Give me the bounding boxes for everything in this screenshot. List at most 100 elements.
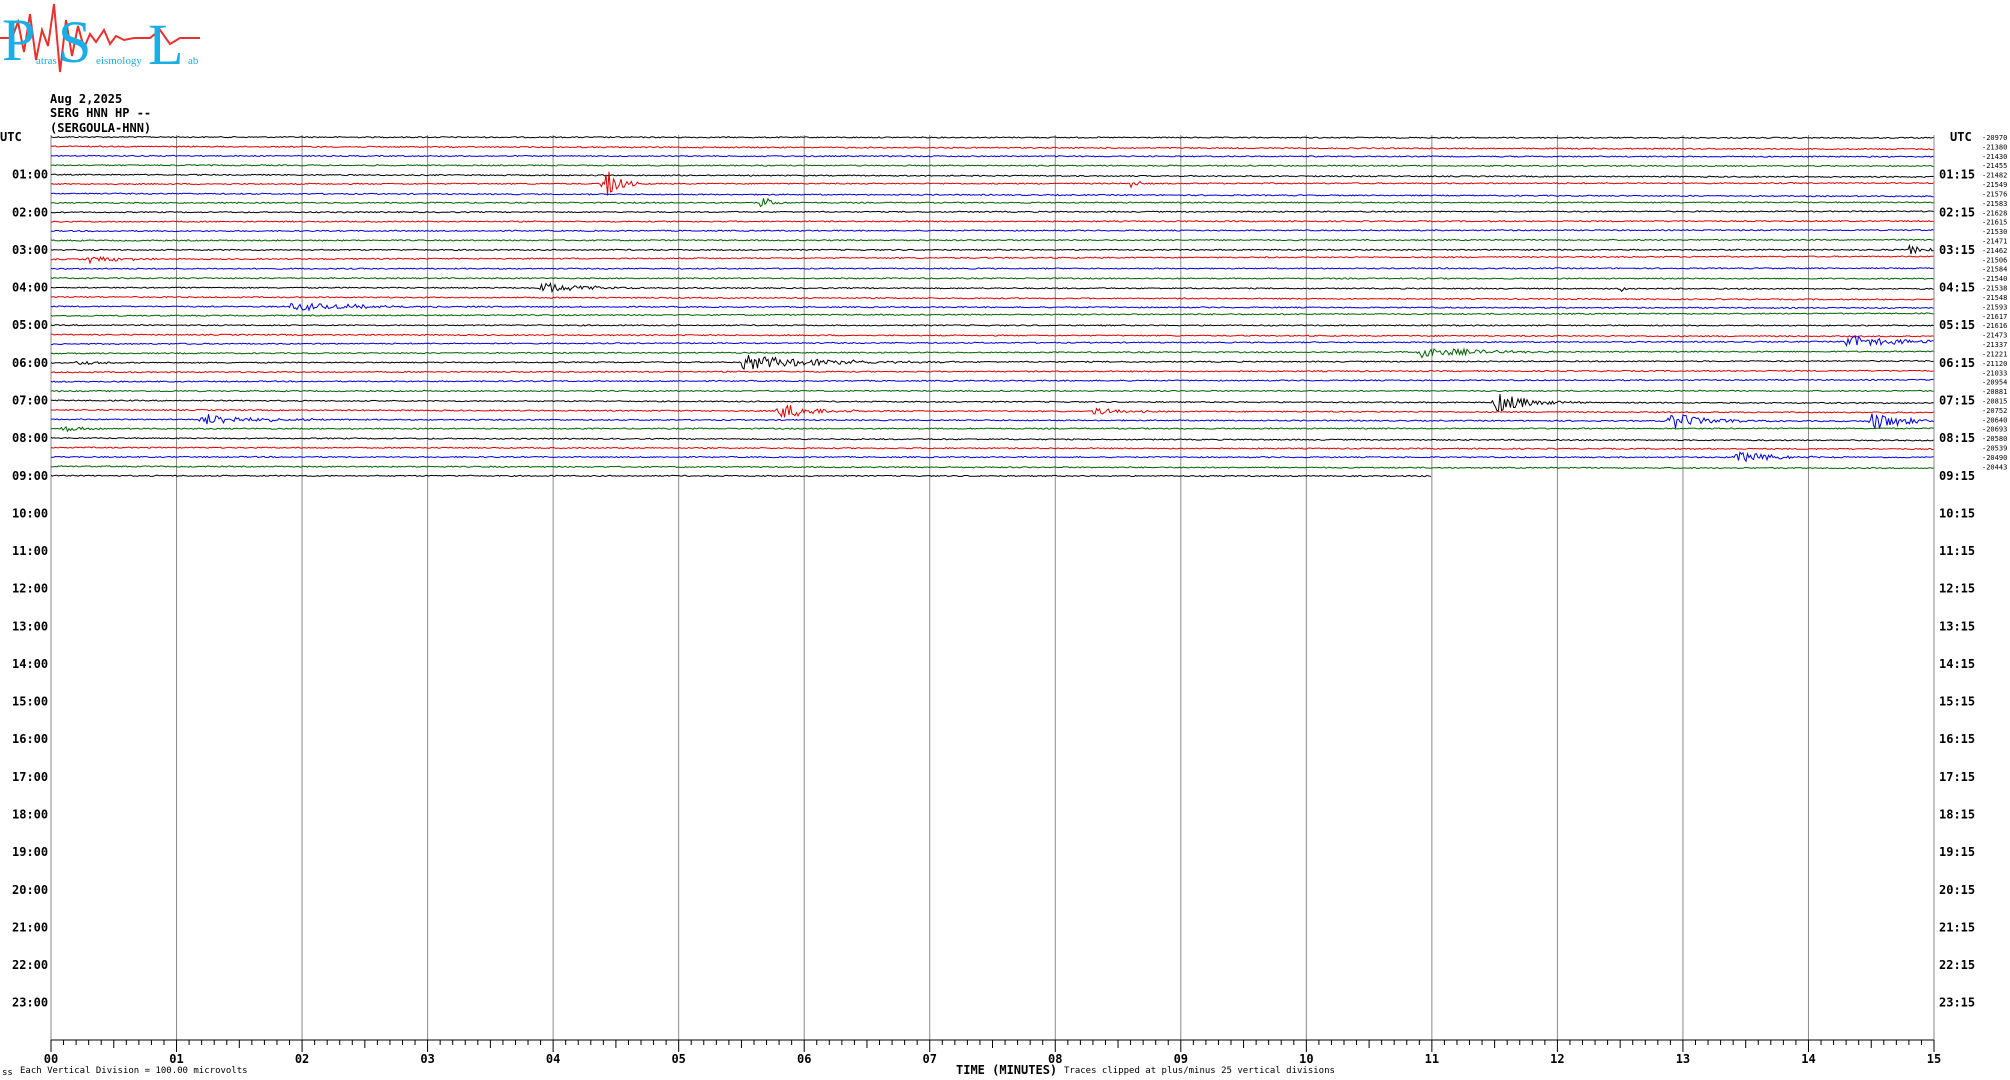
seismic-trace <box>50 145 1934 151</box>
trace-offset-label: -21506 <box>1982 256 2007 264</box>
right-hour-label: 03:15 <box>1939 243 1975 257</box>
seismic-trace <box>50 389 1934 393</box>
trace-offset-label: -21033 <box>1982 369 2007 377</box>
right-hour-label: 04:15 <box>1939 281 1975 295</box>
trace-offset-label: -21616 <box>1982 322 2007 330</box>
right-hour-label: 11:15 <box>1939 544 1975 558</box>
left-hour-label: 03:00 <box>12 243 48 257</box>
right-hour-label: 13:15 <box>1939 619 1975 633</box>
x-tick-label: 15 <box>1927 1052 1941 1066</box>
right-hour-label: 22:15 <box>1939 958 1975 972</box>
left-hour-label: 11:00 <box>12 544 48 558</box>
trace-offset-label: -20443 <box>1982 463 2007 471</box>
helicorder-plot: 00 01 02 03 04 05 06 07 08 09 10 11 12 13 14 15UTC UTC01… <box>0 130 2007 1066</box>
x-tick-label: 14 <box>1801 1052 1815 1066</box>
x-tick-label: 12 <box>1550 1052 1564 1066</box>
trace-offset-label: -21221 <box>1982 350 2007 358</box>
trace-offset-label: -21617 <box>1982 313 2007 321</box>
left-hour-label: 09:00 <box>12 469 48 483</box>
x-tick-label: 04 <box>546 1052 560 1066</box>
left-axis-title: UTC <box>0 130 22 144</box>
seismic-trace <box>50 302 1934 312</box>
trace-offset-label: -21120 <box>1982 360 2007 368</box>
seismic-trace <box>50 295 1934 301</box>
trace-offset-label: -21615 <box>1982 219 2007 227</box>
right-hour-label: 19:15 <box>1939 845 1975 859</box>
trace-offset-label: -21538 <box>1982 285 2007 293</box>
right-axis-title: UTC <box>1950 130 1972 144</box>
trace-offset-label: -20490 <box>1982 454 2007 462</box>
trace-offset-label: -20954 <box>1982 379 2007 387</box>
left-hour-label: 05:00 <box>12 318 48 332</box>
right-hour-label: 06:15 <box>1939 356 1975 370</box>
left-hour-label: 14:00 <box>12 657 48 671</box>
right-hour-label: 21:15 <box>1939 920 1975 934</box>
seismic-trace <box>50 335 1934 348</box>
left-hour-label: 02:00 <box>12 205 48 219</box>
trace-offset-label: -21430 <box>1982 153 2007 161</box>
left-hour-label: 04:00 <box>12 281 48 295</box>
seismic-trace <box>51 192 1934 198</box>
seismic-trace <box>50 154 1934 158</box>
seismic-trace <box>50 378 1934 383</box>
seismic-trace <box>50 446 1934 451</box>
right-hour-label: 07:15 <box>1939 393 1975 407</box>
seismic-trace <box>50 135 1934 140</box>
seismic-traces <box>50 135 1934 478</box>
x-axis-title: TIME (MINUTES) <box>956 1063 1058 1077</box>
trace-offset-label: -20881 <box>1982 388 2007 396</box>
right-hour-label: 01:15 <box>1939 168 1975 182</box>
seismic-trace <box>50 413 1934 430</box>
axis-labels: 00 01 02 03 04 05 06 07 08 09 10 11 12 13 14 15UTC UTC01… <box>0 130 2007 1066</box>
clip-note: Traces clipped at plus/minus 25 vertical… <box>1064 1066 1335 1076</box>
seismic-trace <box>50 474 1432 478</box>
right-hour-label: 20:15 <box>1939 883 1975 897</box>
right-hour-label: 09:15 <box>1939 469 1975 483</box>
right-hour-label: 12:15 <box>1939 582 1975 596</box>
seismic-trace <box>51 369 1934 374</box>
right-hour-label: 14:15 <box>1939 657 1975 671</box>
left-hour-label: 06:00 <box>12 356 48 370</box>
trace-offset-label: -21583 <box>1982 200 2007 208</box>
trace-offset-label: -20693 <box>1982 426 2007 434</box>
x-tick-label: 02 <box>295 1052 309 1066</box>
trace-offset-label: -21530 <box>1982 228 2007 236</box>
corner-mark: ss <box>2 1068 13 1078</box>
trace-offset-label: -21337 <box>1982 341 2007 349</box>
seismic-trace <box>50 437 1934 442</box>
seismic-trace <box>50 255 1934 265</box>
trace-offset-label: -21473 <box>1982 332 2007 340</box>
seismic-trace <box>50 267 1934 270</box>
left-hour-label: 07:00 <box>12 393 48 407</box>
trace-offset-label: -21548 <box>1982 294 2007 302</box>
right-hour-label: 23:15 <box>1939 996 1975 1010</box>
trace-offset-label: -21482 <box>1982 172 2007 180</box>
trace-offset-label: -20970 <box>1982 134 2007 142</box>
trace-offset-label: -21380 <box>1982 143 2007 151</box>
x-tick-label: 07 <box>923 1052 937 1066</box>
grid-lines <box>50 135 1935 1052</box>
right-hour-label: 02:15 <box>1939 205 1975 219</box>
trace-offset-label: -21471 <box>1982 238 2007 246</box>
seismic-trace <box>51 425 1934 433</box>
trace-offset-label: -20539 <box>1982 445 2007 453</box>
trace-offset-label: -21540 <box>1982 275 2007 283</box>
seismic-trace <box>50 197 1934 208</box>
left-hour-label: 20:00 <box>12 883 48 897</box>
seismic-trace <box>50 238 1934 242</box>
x-tick-label: 03 <box>420 1052 434 1066</box>
left-hour-label: 08:00 <box>12 431 48 445</box>
left-hour-label: 21:00 <box>12 920 48 934</box>
trace-offset-label: -20640 <box>1982 416 2007 424</box>
left-hour-label: 17:00 <box>12 770 48 784</box>
x-tick-label: 10 <box>1299 1052 1313 1066</box>
seismic-trace <box>50 347 1934 359</box>
right-hour-label: 05:15 <box>1939 318 1975 332</box>
right-hour-label: 10:15 <box>1939 506 1975 520</box>
trace-offset-label: -21584 <box>1982 266 2007 274</box>
seismic-trace <box>50 451 1934 463</box>
seismic-trace <box>50 171 1934 196</box>
seismic-trace <box>50 164 1934 168</box>
trace-offset-label: -21593 <box>1982 303 2007 311</box>
seismic-trace <box>50 219 1934 223</box>
